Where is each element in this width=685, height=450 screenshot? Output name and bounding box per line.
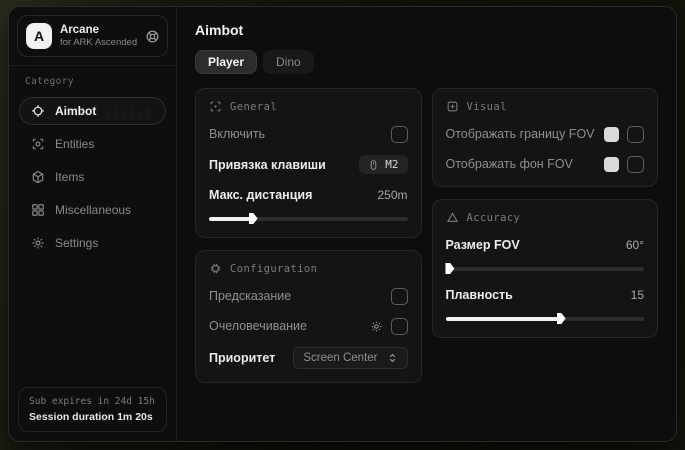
panel-general: General Включить Привязка клавиши (195, 88, 422, 238)
scan-icon (209, 100, 222, 113)
square-plus-icon (446, 100, 459, 113)
priority-selected-value: Screen Center (303, 352, 377, 364)
max-distance-label: Макс. дистанция (209, 188, 312, 202)
humanize-checkbox[interactable] (391, 318, 408, 335)
sidebar-item-miscellaneous[interactable]: Miscellaneous (19, 196, 166, 224)
fov-border-color-swatch[interactable] (604, 127, 619, 142)
priority-label: Приоритет (209, 351, 275, 365)
sidebar-item-settings[interactable]: Settings (19, 229, 166, 257)
keybind-button[interactable]: M2 (359, 155, 407, 174)
app-window: A Arcane for ARK Ascended Category Ai (8, 6, 677, 442)
max-distance-value: 250m (377, 188, 407, 202)
slider-fill (446, 267, 450, 271)
prediction-checkbox[interactable] (391, 288, 408, 305)
subscription-info: Sub expires in 24d 15h Session duration … (18, 387, 167, 432)
row-max-distance: Макс. дистанция 250m (209, 186, 408, 204)
fov-size-value: 60° (626, 238, 644, 252)
priority-select[interactable]: Screen Center (293, 347, 407, 369)
slider-thumb[interactable] (249, 213, 258, 224)
sidebar: A Arcane for ARK Ascended Category Ai (9, 7, 177, 441)
grid-icon (31, 203, 45, 217)
aimbot-watermark-icon (103, 102, 155, 123)
enable-label: Включить (209, 127, 265, 141)
humanize-label: Очеловечивание (209, 319, 307, 333)
tab-dino[interactable]: Dino (263, 50, 314, 74)
app-name: Arcane (60, 23, 137, 37)
sidebar-item-entities[interactable]: Entities (19, 130, 166, 158)
sidebar-nav: Aimbot Entities (9, 91, 176, 263)
panel-visual: Visual Отображать границу FOV Отображать… (432, 88, 659, 187)
smoothness-value: 15 (631, 288, 644, 302)
slider-fill (446, 317, 561, 321)
fov-size-slider[interactable] (446, 263, 645, 274)
slider-track[interactable] (446, 267, 645, 271)
cube-icon (31, 170, 45, 184)
max-distance-slider[interactable] (209, 213, 408, 224)
app-logo: A (26, 23, 52, 49)
sidebar-item-label: Items (55, 170, 84, 184)
tab-player[interactable]: Player (195, 50, 257, 74)
panels-grid: General Включить Привязка клавиши (195, 88, 658, 383)
panel-title: General (230, 101, 277, 113)
panel-title: Accuracy (467, 212, 521, 224)
session-duration-text: Session duration 1m 20s (29, 411, 156, 423)
category-label: Category (9, 66, 176, 91)
sidebar-item-label: Miscellaneous (55, 203, 131, 217)
fov-size-label: Размер FOV (446, 238, 520, 252)
humanize-settings-gear-icon[interactable] (370, 320, 383, 333)
tab-bar: Player Dino (195, 50, 658, 74)
main-area: Aimbot Player Dino General (177, 7, 676, 441)
slider-thumb[interactable] (445, 263, 454, 274)
row-fov-border: Отображать границу FOV (446, 125, 645, 143)
panel-accuracy: Accuracy Размер FOV 60° Плавность (432, 199, 659, 338)
gear-icon (31, 236, 45, 250)
chevron-up-down-icon (387, 352, 398, 364)
mouse-icon (368, 159, 379, 171)
prediction-label: Предсказание (209, 289, 291, 303)
row-prediction: Предсказание (209, 287, 408, 305)
sub-expires-text: Sub expires in 24d 15h (29, 396, 156, 407)
row-smoothness: Плавность 15 (446, 286, 645, 304)
fov-bg-label: Отображать фон FOV (446, 157, 573, 171)
row-fov-bg: Отображать фон FOV (446, 155, 645, 173)
slider-thumb[interactable] (557, 313, 566, 324)
entities-icon (31, 137, 45, 151)
row-enable: Включить (209, 125, 408, 143)
sidebar-item-label: Entities (55, 137, 94, 151)
smoothness-slider[interactable] (446, 313, 645, 324)
fov-bg-checkbox[interactable] (627, 156, 644, 173)
page-title: Aimbot (195, 22, 658, 38)
sidebar-item-items[interactable]: Items (19, 163, 166, 191)
panel-title: Visual (467, 101, 507, 113)
sidebar-item-label: Settings (55, 236, 98, 250)
row-fov-size: Размер FOV 60° (446, 236, 645, 254)
row-keybind: Привязка клавиши M2 (209, 155, 408, 174)
row-humanize: Очеловечивание (209, 317, 408, 335)
sidebar-item-label: Aimbot (55, 104, 96, 118)
keybind-label: Привязка клавиши (209, 158, 326, 172)
sidebar-header: A Arcane for ARK Ascended (17, 15, 168, 57)
fov-border-label: Отображать границу FOV (446, 127, 595, 141)
app-subtitle: for ARK Ascended (60, 37, 137, 49)
fov-bg-color-swatch[interactable] (604, 157, 619, 172)
chip-icon (209, 262, 222, 275)
triangle-icon (446, 211, 459, 224)
panel-configuration: Configuration Предсказание Очеловечивани… (195, 250, 422, 383)
keybind-value: M2 (385, 158, 398, 171)
sidebar-item-aimbot[interactable]: Aimbot (19, 97, 166, 125)
fov-border-checkbox[interactable] (627, 126, 644, 143)
slider-fill (209, 217, 253, 221)
crosshair-icon (31, 104, 45, 118)
enable-checkbox[interactable] (391, 126, 408, 143)
support-icon[interactable] (145, 29, 160, 44)
panel-title: Configuration (230, 263, 317, 275)
smoothness-label: Плавность (446, 288, 513, 302)
row-priority: Приоритет Screen Center (209, 347, 408, 369)
